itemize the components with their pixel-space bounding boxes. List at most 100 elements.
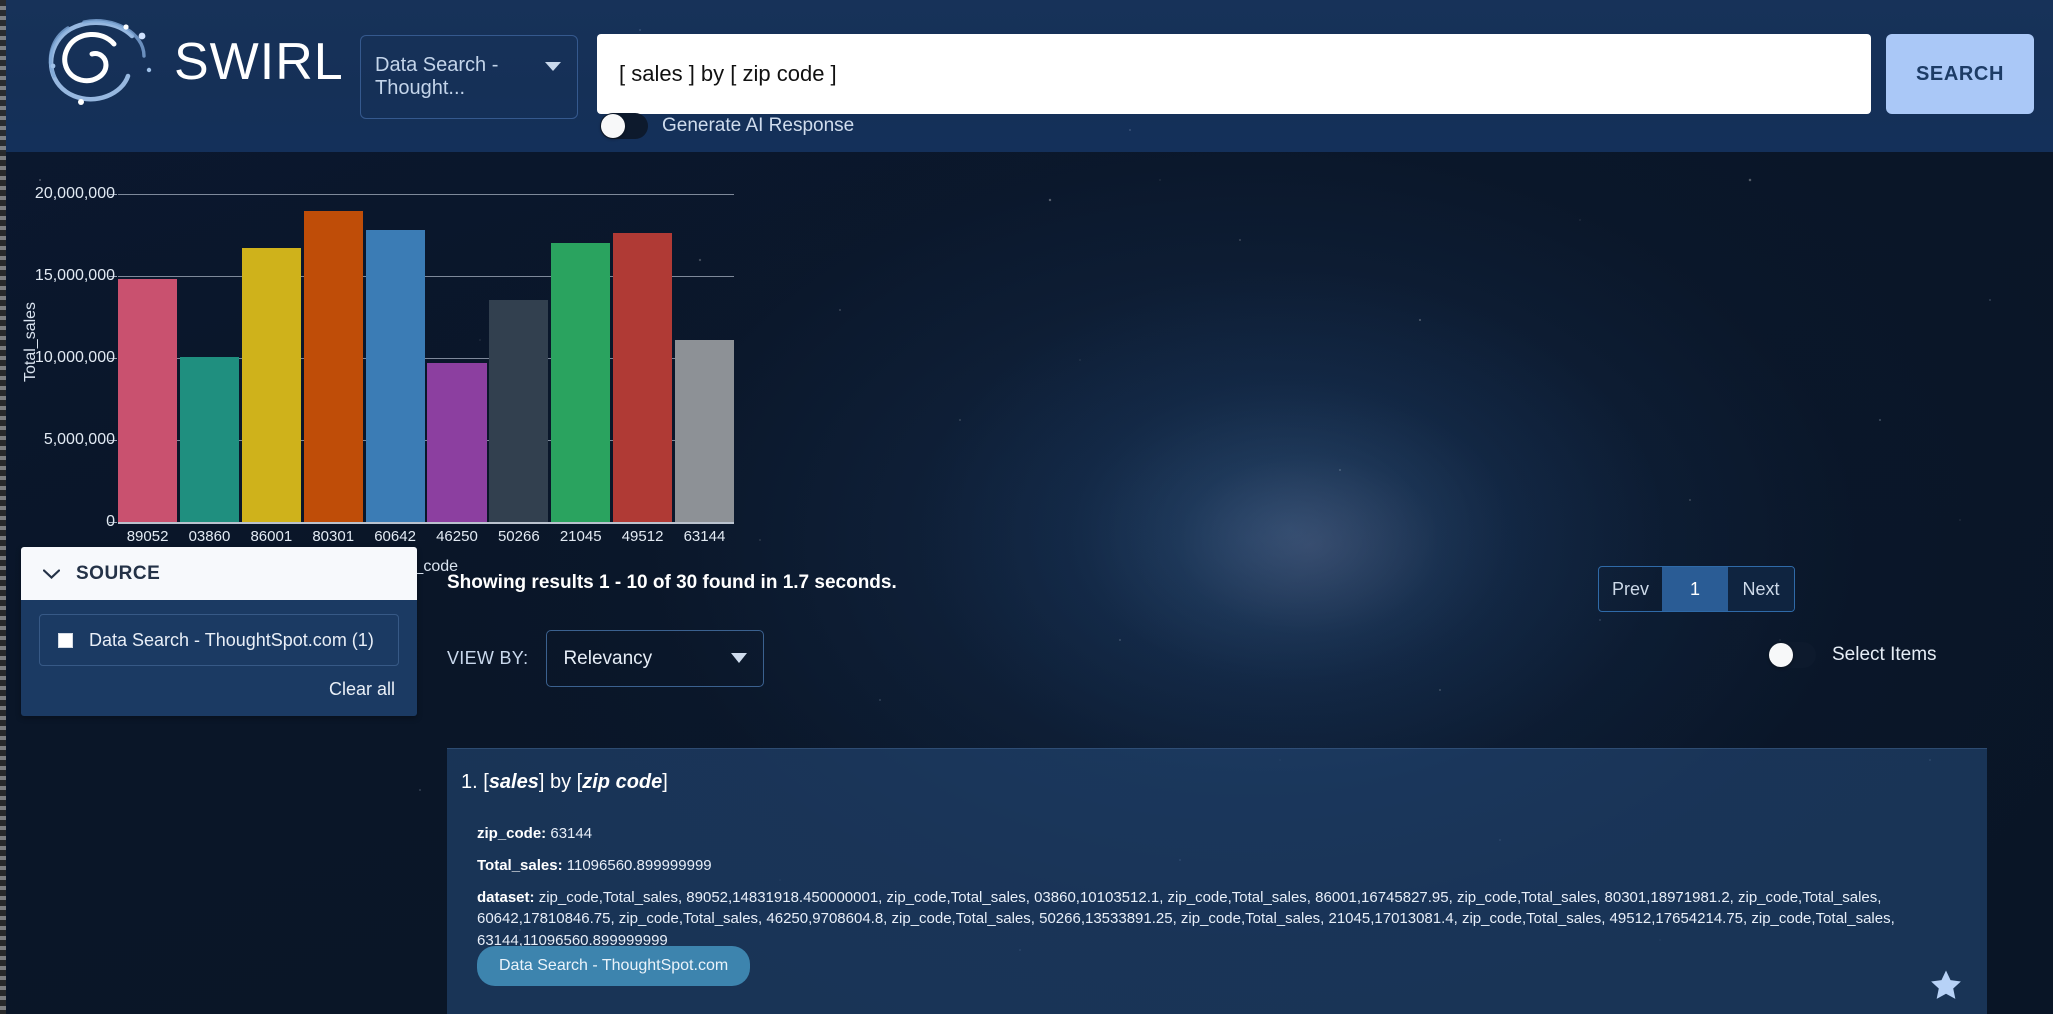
sales-by-zipcode-chart: Total_sales 05,000,00010,000,00015,000,0…: [0, 152, 760, 575]
chart-y-tick-label: 10,000,000: [34, 349, 115, 367]
swirl-search-page: SWIRL Data Search - Thought... SEARCH Ge…: [0, 0, 2053, 1014]
chart-x-tick-label: 89052: [126, 528, 169, 545]
chart-x-tick-label: 21045: [559, 528, 602, 545]
field-total-sales-value: 11096560.899999999: [566, 856, 712, 874]
view-by-value: Relevancy: [563, 647, 653, 669]
field-zip-code-value: 63144: [550, 825, 593, 842]
pagination-prev-button[interactable]: Prev: [1599, 567, 1662, 611]
chart-y-tick-mark: [109, 522, 117, 523]
chart-bar[interactable]: [674, 340, 734, 522]
chart-x-tick-label: 80301: [312, 528, 355, 545]
chart-x-axis-ticks: 89052 03860 86001 80301 60642 46250 50266 21045…: [118, 528, 734, 545]
clear-all-button[interactable]: Clear all: [39, 679, 399, 700]
chart-y-tick-label: 20,000,000: [34, 185, 115, 203]
chart-x-tick-label: 50266: [497, 528, 540, 545]
generate-ai-response-row[interactable]: Generate AI Response: [600, 113, 854, 139]
view-by-select[interactable]: Relevancy: [546, 630, 765, 687]
chart-plot-area: [118, 178, 734, 522]
chart-bar-slot: [613, 178, 673, 522]
chart-y-tick-mark: [109, 276, 117, 278]
source-facet-header[interactable]: SOURCE: [21, 547, 417, 600]
chevron-down-icon: [731, 653, 748, 663]
select-items-toggle[interactable]: [1768, 642, 1816, 668]
field-zip-code: zip_code: 63144: [477, 823, 1973, 845]
chart-bar-slot: [551, 178, 611, 522]
chevron-down-icon: [43, 568, 60, 579]
search-input[interactable]: [597, 34, 1871, 114]
field-zip-code-label: zip_code:: [477, 825, 547, 842]
chart-y-tick-label: 5,000,000: [43, 431, 115, 449]
chart-bar[interactable]: [489, 300, 549, 522]
chart-bar[interactable]: [241, 247, 301, 522]
chart-bar-slot: [303, 178, 363, 522]
result-title-term-2: zip code: [582, 771, 663, 793]
window-scrollbar[interactable]: [0, 0, 6, 1014]
source-select-value: Data Search - Thought...: [375, 54, 499, 99]
generate-ai-response-toggle[interactable]: [600, 113, 648, 139]
result-title-mid: ] by [: [538, 771, 583, 793]
chart-bar-slot: [427, 178, 487, 522]
chart-bar-slot: [179, 178, 239, 522]
source-facet-item[interactable]: Data Search - ThoughtSpot.com (1): [39, 614, 399, 666]
chart-bar[interactable]: [427, 362, 487, 522]
source-facet-item-label: Data Search - ThoughtSpot.com (1): [89, 629, 374, 650]
field-dataset: dataset: zip_code,Total_sales, 89052,148…: [477, 887, 1973, 952]
chart-y-tick-mark: [109, 358, 117, 360]
chart-y-axis-ticks: 05,000,00010,000,00015,000,00020,000,000: [0, 152, 115, 530]
source-facet-checkbox[interactable]: [58, 632, 73, 648]
star-icon[interactable]: [1929, 968, 1963, 1002]
chart-bar[interactable]: [365, 230, 425, 522]
result-fields: zip_code: 63144 Total_sales: 11096560.89…: [477, 823, 1973, 962]
chart-x-tick-label: 86001: [250, 528, 293, 545]
pagination: Prev 1 Next: [1598, 566, 1795, 612]
source-facet-body: Data Search - ThoughtSpot.com (1) Clear …: [21, 600, 417, 716]
chart-bar[interactable]: [551, 243, 611, 522]
chart-y-tick-label: 15,000,000: [34, 267, 115, 285]
chart-x-tick-label: 60642: [374, 528, 416, 545]
chart-bar-slot: [489, 178, 549, 522]
app-header: SWIRL Data Search - Thought... SEARCH Ge…: [0, 0, 2053, 152]
select-items-label: Select Items: [1832, 644, 1937, 665]
select-items-row[interactable]: Select Items: [1768, 642, 1937, 668]
result-title[interactable]: 1. [sales] by [zip code]: [461, 771, 668, 794]
chart-y-tick-mark: [109, 440, 117, 442]
result-index: 1.: [461, 771, 478, 793]
chart-x-tick-label: 49512: [621, 528, 664, 545]
chart-x-axis-line: [118, 522, 734, 524]
brand-name: SWIRL: [174, 33, 344, 91]
chevron-down-icon: [545, 62, 561, 71]
chart-bar[interactable]: [179, 356, 239, 522]
search-button[interactable]: SEARCH: [1886, 34, 2034, 114]
field-dataset-value: zip_code,Total_sales, 89052,14831918.450…: [477, 888, 1895, 950]
chart-bar[interactable]: [613, 232, 673, 522]
result-card[interactable]: 1. [sales] by [zip code] zip_code: 63144…: [447, 748, 1987, 1014]
field-dataset-label: dataset:: [477, 888, 535, 906]
field-total-sales-label: Total_sales:: [477, 856, 563, 874]
source-facet-title: SOURCE: [76, 562, 161, 584]
chart-x-tick-label: 63144: [683, 528, 726, 545]
chart-bar-slot: [365, 178, 425, 522]
chart-bar-slot: [241, 178, 301, 522]
chart-bar[interactable]: [303, 211, 363, 522]
chart-x-tick-label: 03860: [188, 528, 231, 545]
swirl-galaxy-logo-icon: [48, 19, 152, 105]
source-facet-panel: SOURCE Data Search - ThoughtSpot.com (1)…: [21, 547, 417, 716]
field-total-sales: Total_sales: 11096560.899999999: [477, 855, 1973, 877]
brand-logo-area[interactable]: SWIRL: [40, 14, 344, 110]
chart-bar-slot: [674, 178, 734, 522]
result-title-term-1: sales: [488, 771, 539, 793]
results-count-text: Showing results 1 - 10 of 30 found in 1.…: [447, 572, 897, 593]
toggle-knob: [601, 114, 625, 138]
source-select[interactable]: Data Search - Thought...: [360, 35, 578, 119]
pagination-page-1[interactable]: 1: [1662, 567, 1728, 611]
pagination-next-button[interactable]: Next: [1728, 567, 1794, 611]
chart-x-tick-label: 46250: [436, 528, 478, 545]
chart-y-tick-mark: [109, 194, 117, 196]
view-by-row: VIEW BY: Relevancy: [447, 630, 765, 687]
result-source-tag[interactable]: Data Search - ThoughtSpot.com: [477, 946, 751, 986]
chart-bar[interactable]: [118, 279, 178, 522]
generate-ai-response-label: Generate AI Response: [662, 115, 855, 136]
toggle-knob: [1769, 643, 1793, 667]
view-by-label: VIEW BY:: [447, 648, 529, 668]
result-title-suffix: ]: [662, 771, 668, 793]
